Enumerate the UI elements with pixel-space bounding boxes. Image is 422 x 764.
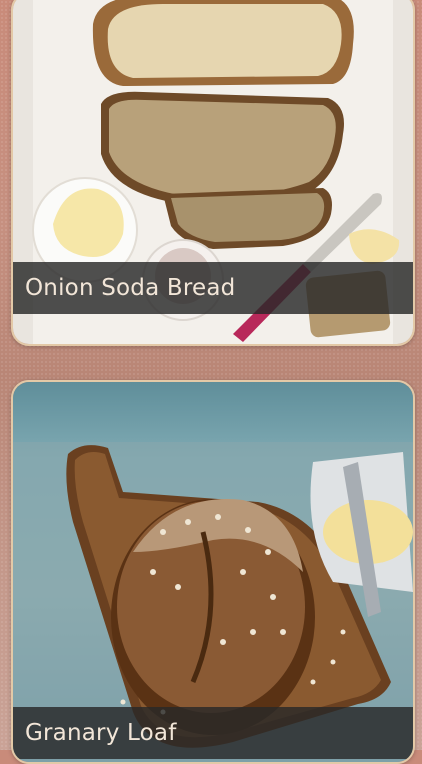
- recipe-card-onion-soda-bread[interactable]: Onion Soda Bread: [11, 0, 415, 346]
- recipe-title-caption: Onion Soda Bread: [13, 262, 413, 314]
- granary-loaf-photo: [13, 382, 413, 762]
- recipe-title-caption: Granary Loaf: [13, 707, 413, 759]
- recipe-title: Onion Soda Bread: [25, 275, 236, 301]
- recipe-title: Granary Loaf: [25, 720, 177, 746]
- recipe-card-granary-loaf[interactable]: Granary Loaf: [11, 380, 415, 764]
